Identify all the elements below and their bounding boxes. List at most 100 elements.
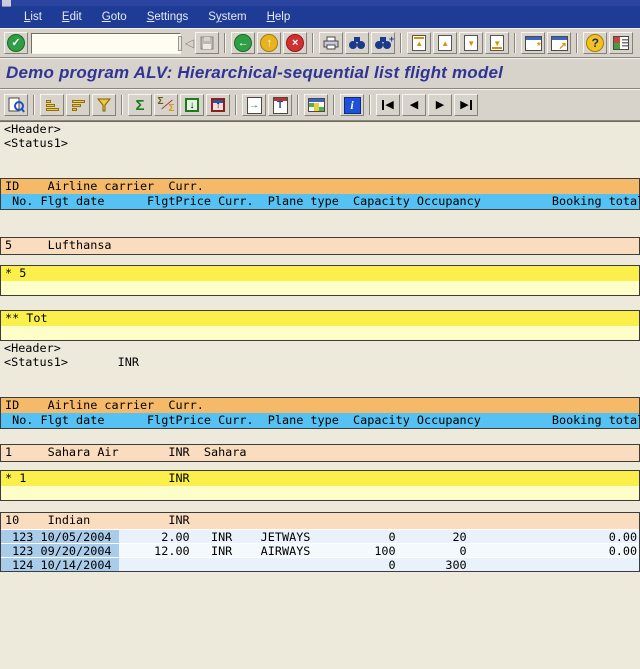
table-header-row-airline[interactable]: ID Airline carrier Curr. [1, 398, 639, 413]
sort-ascending-icon [45, 99, 59, 111]
toolbar-separator [224, 33, 227, 53]
command-field-wrap [31, 32, 182, 54]
exit-button[interactable]: ↑ [257, 32, 282, 54]
toolbar-separator [333, 95, 335, 115]
find-next-button[interactable]: + [371, 32, 396, 54]
airline-row-lufthansa[interactable]: 5 Lufthansa [1, 238, 639, 254]
info-button[interactable]: i [340, 94, 364, 116]
list-header-label-2: <Header> [4, 341, 61, 355]
word-processing-button[interactable]: T [268, 94, 292, 116]
subtotal-row[interactable]: * 1 INR [1, 471, 639, 486]
subtotal-button[interactable]: ΣΣ [154, 94, 178, 116]
back-arrow-icon: ← [234, 34, 253, 52]
print-button[interactable] [319, 32, 344, 54]
last-page-button[interactable]: ▼ [485, 32, 510, 54]
page-down-button[interactable]: ▼ [459, 32, 484, 54]
last-record-icon: ▶ [460, 99, 472, 111]
customize-layout-button[interactable] [609, 32, 634, 54]
list-header-label: <Header> [4, 122, 61, 136]
command-history-icon[interactable] [178, 35, 182, 51]
help-icon: ? [586, 34, 605, 52]
next-record-icon: ▶ [435, 98, 445, 111]
status-currency-value: INR [117, 355, 139, 369]
airline-row-indian[interactable]: 10 Indian INR [1, 513, 639, 529]
standard-toolbar: ✓ ◁ ← ↑ × + ▲ ▲ ▼ ▼ * ↗ ? [0, 28, 640, 58]
sap-window: List Edit Goto Settings System Help ✓ ◁ … [0, 0, 640, 669]
toolbar-separator [514, 33, 517, 53]
exit-arrow-icon: ↑ [260, 34, 279, 52]
menu-list[interactable]: List [14, 9, 52, 25]
menu-system[interactable]: System [198, 9, 256, 25]
shortcut-icon: ↗ [550, 35, 568, 51]
filter-button[interactable] [92, 94, 116, 116]
info-icon: i [343, 96, 361, 114]
sort-ascending-button[interactable] [40, 94, 64, 116]
flight-detail-row[interactable]: 123 10/05/2004 2.00 INR JETWAYS 0 20 0.0… [1, 529, 639, 544]
flight-detail-row[interactable]: 124 10/14/2004 0 300 [1, 557, 639, 572]
table-header-row-airline[interactable]: ID Airline carrier Curr. [1, 179, 639, 194]
table2-subtotal-block: * 1 INR [0, 470, 640, 501]
subtotal-spacer-row[interactable] [1, 281, 639, 295]
mail-recipient-button[interactable]: ↑ [206, 94, 230, 116]
binoculars-icon [349, 37, 366, 49]
window-icon [2, 0, 11, 7]
list-content: <Header> <Status1> ID Airline carrier Cu… [0, 121, 640, 669]
save-floppy-icon [200, 36, 214, 50]
local-file-button[interactable]: ↓ [180, 94, 204, 116]
title-bar: Demo program ALV: Hierarchical-sequentia… [0, 58, 640, 89]
grid-view-button[interactable] [304, 94, 328, 116]
command-field[interactable] [32, 35, 178, 51]
export-icon: → [246, 96, 262, 114]
new-session-button[interactable]: * [521, 32, 546, 54]
cancel-button[interactable]: × [283, 32, 308, 54]
subtotal-spacer-row[interactable] [1, 486, 639, 500]
application-toolbar: Σ ΣΣ ↓ ↑ → T i ◀ ◀ ▶ ▶ [0, 89, 640, 121]
back-button[interactable]: ← [231, 32, 256, 54]
find-button[interactable] [345, 32, 370, 54]
page-down-icon: ▼ [464, 35, 479, 51]
menu-help[interactable]: Help [257, 9, 301, 25]
first-record-icon: ◀ [382, 99, 394, 111]
menu-settings[interactable]: Settings [137, 9, 199, 25]
next-record-button[interactable]: ▶ [428, 94, 452, 116]
sum-sigma-icon: Σ [135, 96, 145, 114]
table1-airline-block: 5 Lufthansa [0, 237, 640, 255]
word-processing-icon: T [272, 96, 288, 114]
customize-layout-icon [613, 36, 630, 50]
create-shortcut-button[interactable]: ↗ [547, 32, 572, 54]
help-button[interactable]: ? [583, 32, 608, 54]
details-button[interactable] [4, 94, 28, 116]
save-button[interactable] [195, 32, 220, 54]
menu-edit[interactable]: Edit [52, 9, 92, 25]
table2-header-block: ID Airline carrier Curr. No. Flgt date F… [0, 397, 640, 429]
table-header-row-flight[interactable]: No. Flgt date FlgtPrice Curr. Plane type… [1, 194, 640, 209]
toolbar-separator [33, 95, 35, 115]
grandtotal-row[interactable]: ** Tot [1, 311, 639, 326]
first-page-icon: ▲ [412, 35, 427, 51]
back-triangle-icon[interactable]: ◁ [185, 36, 194, 50]
table1-grandtotal-block: ** Tot [0, 310, 640, 341]
last-record-button[interactable]: ▶ [454, 94, 478, 116]
grandtotal-spacer-row[interactable] [1, 326, 639, 340]
enter-check-icon: ✓ [7, 34, 25, 52]
sort-descending-button[interactable] [66, 94, 90, 116]
table2-airline-block-sahara: 1 Sahara Air INR Sahara [0, 444, 640, 462]
menu-goto[interactable]: Goto [92, 9, 137, 25]
table-header-row-flight[interactable]: No. Flgt date FlgtPrice Curr. Plane type… [1, 413, 640, 428]
airline-row-sahara[interactable]: 1 Sahara Air INR Sahara [1, 445, 639, 461]
enter-button[interactable]: ✓ [4, 32, 28, 54]
subtotal-row[interactable]: * 5 [1, 266, 639, 281]
toolbar-separator [576, 33, 579, 53]
total-button[interactable]: Σ [128, 94, 152, 116]
binoculars-plus-icon: + [375, 34, 394, 49]
export-button[interactable]: → [242, 94, 266, 116]
first-record-button[interactable]: ◀ [376, 94, 400, 116]
list-status-label: <Status1> [4, 136, 68, 150]
upload-icon: ↑ [211, 98, 225, 112]
filter-funnel-icon [97, 98, 111, 112]
flight-detail-row[interactable]: 123 09/20/2004 12.00 INR AIRWAYS 100 0 0… [1, 543, 639, 558]
first-page-button[interactable]: ▲ [407, 32, 432, 54]
toolbar-separator [400, 33, 403, 53]
previous-record-button[interactable]: ◀ [402, 94, 426, 116]
page-up-button[interactable]: ▲ [433, 32, 458, 54]
